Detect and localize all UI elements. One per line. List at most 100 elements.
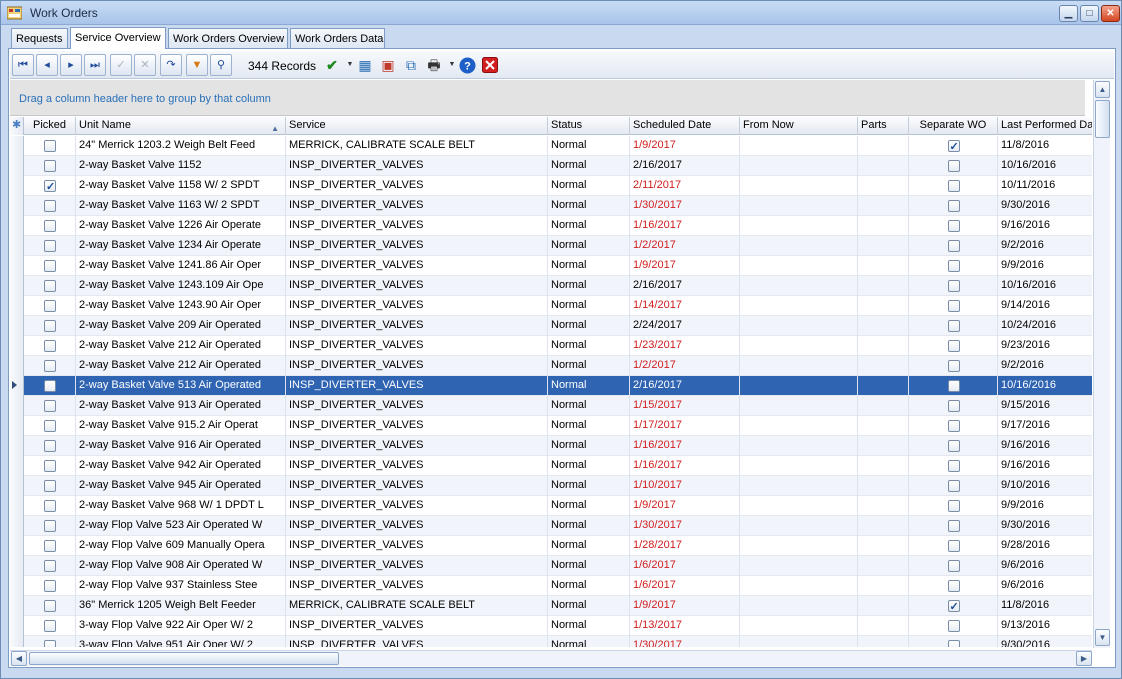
parts-cell[interactable]: [858, 216, 909, 236]
picked-checkbox[interactable]: [44, 200, 56, 212]
next-record-icon[interactable]: ▸: [60, 54, 82, 76]
picked-checkbox[interactable]: [44, 380, 56, 392]
separate-wo-cell[interactable]: [909, 136, 998, 156]
scheduled-date-cell[interactable]: 1/9/2017: [630, 496, 740, 516]
fromnow-cell[interactable]: [740, 436, 858, 456]
separate-wo-checkbox[interactable]: [947, 400, 960, 412]
table-row[interactable]: 2-way Basket Valve 1152 INSP_DIVERTER_VAL…: [10, 156, 1092, 176]
row-indicator[interactable]: [10, 376, 24, 396]
picked-checkbox[interactable]: [44, 360, 56, 372]
separate-wo-cell[interactable]: [909, 456, 998, 476]
unit-name-cell[interactable]: 2-way Basket Valve 916 Air Operated: [76, 436, 286, 456]
table-row[interactable]: 2-way Basket Valve 513 Air Operated INSP_…: [10, 376, 1092, 396]
service-cell[interactable]: INSP_DIVERTER_VALVES: [286, 176, 548, 196]
separate-wo-cell[interactable]: [909, 256, 998, 276]
scheduled-date-cell[interactable]: 1/2/2017: [630, 236, 740, 256]
separate-wo-cell[interactable]: [909, 396, 998, 416]
row-indicator[interactable]: [10, 276, 24, 296]
parts-cell[interactable]: [858, 376, 909, 396]
separate-wo-cell[interactable]: [909, 336, 998, 356]
scheduled-date-cell[interactable]: 2/16/2017: [630, 276, 740, 296]
parts-cell[interactable]: [858, 496, 909, 516]
status-cell[interactable]: Normal: [548, 196, 630, 216]
scroll-up-icon[interactable]: ▲: [1095, 81, 1110, 98]
scheduled-date-cell[interactable]: 1/16/2017: [630, 456, 740, 476]
fromnow-cell[interactable]: [740, 336, 858, 356]
last-performed-cell[interactable]: 9/30/2016: [998, 636, 1092, 647]
post-edit-icon[interactable]: ✓: [110, 54, 132, 76]
picked-checkbox[interactable]: [44, 580, 56, 592]
last-performed-cell[interactable]: 9/13/2016: [998, 616, 1092, 636]
scheduled-date-cell[interactable]: 1/28/2017: [630, 536, 740, 556]
status-cell[interactable]: Normal: [548, 616, 630, 636]
last-performed-cell[interactable]: 9/9/2016: [998, 496, 1092, 516]
row-indicator[interactable]: [10, 416, 24, 436]
unit-name-cell[interactable]: 2-way Basket Valve 1243.90 Air Oper: [76, 296, 286, 316]
status-cell[interactable]: Normal: [548, 276, 630, 296]
unit-name-cell[interactable]: 2-way Basket Valve 513 Air Operated: [76, 376, 286, 396]
picked-cell[interactable]: [24, 316, 76, 336]
fromnow-cell[interactable]: [740, 516, 858, 536]
service-cell[interactable]: INSP_DIVERTER_VALVES: [286, 436, 548, 456]
row-indicator[interactable]: [10, 556, 24, 576]
unit-name-cell[interactable]: 2-way Basket Valve 913 Air Operated: [76, 396, 286, 416]
row-indicator[interactable]: [10, 496, 24, 516]
vertical-scrollbar[interactable]: ▲ ▼: [1093, 80, 1110, 648]
status-cell[interactable]: Normal: [548, 576, 630, 596]
fromnow-cell[interactable]: [740, 376, 858, 396]
picked-checkbox[interactable]: [44, 320, 56, 332]
row-indicator[interactable]: [10, 456, 24, 476]
last-performed-cell[interactable]: 9/17/2016: [998, 416, 1092, 436]
service-cell[interactable]: MERRICK, CALIBRATE SCALE BELT: [286, 136, 548, 156]
last-performed-cell[interactable]: 9/16/2016: [998, 436, 1092, 456]
row-indicator[interactable]: [10, 316, 24, 336]
service-cell[interactable]: INSP_DIVERTER_VALVES: [286, 256, 548, 276]
parts-cell[interactable]: [858, 416, 909, 436]
separate-wo-cell[interactable]: [909, 616, 998, 636]
scheduled-date-cell[interactable]: 1/2/2017: [630, 356, 740, 376]
picked-cell[interactable]: [24, 196, 76, 216]
search-icon[interactable]: ⚲: [210, 54, 232, 76]
last-performed-cell[interactable]: 10/16/2016: [998, 156, 1092, 176]
unit-name-cell[interactable]: 2-way Flop Valve 937 Stainless Stee: [76, 576, 286, 596]
table-row[interactable]: 3-way Flop Valve 922 Air Oper W/ 2 INSP_D…: [10, 616, 1092, 636]
last-performed-cell[interactable]: 9/6/2016: [998, 576, 1092, 596]
status-cell[interactable]: Normal: [548, 476, 630, 496]
service-cell[interactable]: INSP_DIVERTER_VALVES: [286, 336, 548, 356]
fromnow-cell[interactable]: [740, 156, 858, 176]
service-cell[interactable]: INSP_DIVERTER_VALVES: [286, 236, 548, 256]
tab-work-orders-data[interactable]: Work Orders Data: [290, 28, 385, 49]
scheduled-date-cell[interactable]: 1/14/2017: [630, 296, 740, 316]
picked-checkbox[interactable]: [44, 280, 56, 292]
parts-cell[interactable]: [858, 516, 909, 536]
service-cell[interactable]: INSP_DIVERTER_VALVES: [286, 416, 548, 436]
unit-name-cell[interactable]: 2-way Basket Valve 968 W/ 1 DPDT L: [76, 496, 286, 516]
parts-cell[interactable]: [858, 396, 909, 416]
unit-name-cell[interactable]: 3-way Flop Valve 951 Air Oper W/ 2: [76, 636, 286, 647]
table-row[interactable]: 2-way Basket Valve 945 Air Operated INSP_…: [10, 476, 1092, 496]
fromnow-cell[interactable]: [740, 136, 858, 156]
separate-wo-checkbox[interactable]: [947, 260, 960, 272]
scroll-left-icon[interactable]: ◀: [11, 651, 27, 666]
service-cell[interactable]: INSP_DIVERTER_VALVES: [286, 396, 548, 416]
scheduled-date-cell[interactable]: 1/17/2017: [630, 416, 740, 436]
picked-cell[interactable]: [24, 456, 76, 476]
parts-cell[interactable]: [858, 636, 909, 647]
tab-service-overview[interactable]: Service Overview: [70, 27, 166, 49]
row-indicator[interactable]: [10, 636, 24, 647]
separate-wo-cell[interactable]: [909, 556, 998, 576]
picked-checkbox[interactable]: [44, 480, 56, 492]
row-indicator[interactable]: [10, 196, 24, 216]
separate-wo-cell[interactable]: [909, 416, 998, 436]
row-indicator[interactable]: [10, 536, 24, 556]
last-performed-cell[interactable]: 9/16/2016: [998, 216, 1092, 236]
table-row[interactable]: 2-way Basket Valve 209 Air Operated INSP_…: [10, 316, 1092, 336]
scheduled-date-cell[interactable]: 2/11/2017: [630, 176, 740, 196]
row-indicator[interactable]: [10, 176, 24, 196]
row-indicator[interactable]: [10, 516, 24, 536]
scheduled-date-cell[interactable]: 1/23/2017: [630, 336, 740, 356]
scheduled-date-cell[interactable]: 1/16/2017: [630, 436, 740, 456]
last-performed-cell[interactable]: 9/30/2016: [998, 516, 1092, 536]
separate-wo-cell[interactable]: [909, 636, 998, 647]
status-cell[interactable]: Normal: [548, 516, 630, 536]
